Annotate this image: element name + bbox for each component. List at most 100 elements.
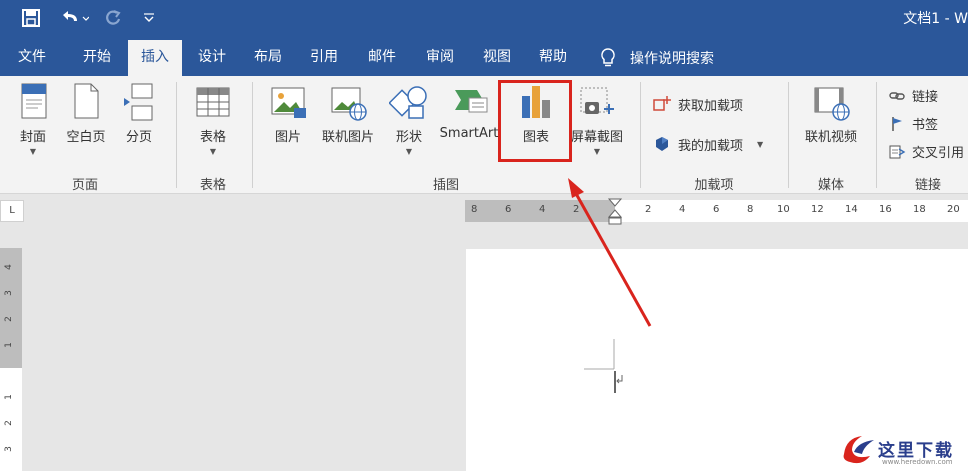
online-video-button[interactable]: 联机视频	[798, 82, 864, 145]
customize-toolbar-button[interactable]	[138, 6, 160, 30]
cover-page-button[interactable]: 封面 ▼	[8, 82, 58, 156]
group-divider	[176, 82, 177, 188]
ruler-tick: 1	[3, 394, 14, 400]
ruler-tick: 2	[3, 420, 14, 426]
document-title: 文档1 - W	[903, 11, 968, 27]
online-picture-icon	[331, 87, 367, 121]
tab-review[interactable]: 审阅	[412, 40, 468, 76]
tab-layout[interactable]: 布局	[242, 40, 294, 76]
word-window: 文档1 - W 文件 开始 插入 设计 布局 引用 邮件 审阅 视图 帮助 操作…	[0, 0, 968, 471]
chevron-down-icon	[144, 13, 154, 22]
media-group-label: 媒体	[817, 178, 844, 193]
tab-help[interactable]: 帮助	[526, 40, 580, 76]
tab-file[interactable]: 文件	[6, 40, 58, 76]
group-divider	[876, 82, 877, 188]
my-addins-button[interactable]: 我的加载项 ▼	[652, 134, 763, 154]
group-divider	[788, 82, 789, 188]
link-icon	[889, 91, 905, 100]
online-picture-label: 联机图片	[321, 130, 374, 145]
undo-button[interactable]	[56, 6, 92, 30]
tab-view[interactable]: 视图	[470, 40, 524, 76]
bookmark-button[interactable]: 书签	[888, 114, 938, 133]
tab-selector[interactable]: L	[0, 200, 24, 222]
chevron-down-icon: ▼	[209, 147, 217, 156]
chevron-down-icon: ▼	[757, 139, 764, 149]
smartart-label: SmartArt	[439, 126, 499, 141]
ruler-tick: 8	[471, 204, 478, 215]
shapes-label: 形状	[395, 130, 422, 145]
blank-page-button[interactable]: 空白页	[60, 82, 112, 145]
my-addins-label: 我的加载项	[678, 138, 744, 154]
ruler-tick: 3	[3, 446, 14, 452]
chevron-down-icon: ▼	[593, 147, 601, 156]
online-video-label: 联机视频	[804, 130, 857, 145]
ruler-tick: 3	[3, 290, 14, 296]
page-break-label: 分页	[125, 130, 152, 145]
shapes-button[interactable]: 形状 ▼	[386, 82, 432, 156]
smartart-icon	[455, 90, 488, 113]
page-break-button[interactable]: 分页	[114, 82, 164, 145]
smartart-button[interactable]: SmartArt	[436, 82, 502, 141]
picture-label: 图片	[274, 130, 301, 145]
tab-insert[interactable]: 插入	[128, 40, 182, 76]
save-button[interactable]	[18, 6, 44, 30]
links-group-label: 链接	[914, 178, 941, 193]
table-button[interactable]: 表格 ▼	[186, 82, 240, 156]
get-addins-button[interactable]: 获取加载项	[652, 94, 743, 114]
undo-icon	[63, 11, 89, 21]
cross-reference-button[interactable]: 交叉引用	[888, 142, 964, 161]
ruler-tick: 1	[3, 342, 14, 348]
save-icon	[22, 9, 40, 27]
ruler-tick: 10	[777, 204, 790, 215]
annotation-arrow-icon	[568, 178, 652, 327]
ruler-tick: 6	[713, 204, 720, 215]
screenshot-button[interactable]: 屏幕截图 ▼	[566, 82, 628, 156]
watermark-logo: 这里下载 www.heredown.com	[840, 430, 954, 466]
title-bar: 文档1 - W	[0, 0, 968, 40]
my-addins-icon	[656, 137, 668, 151]
lightbulb-icon	[601, 48, 615, 67]
tell-me-search[interactable]: 操作说明搜索	[600, 40, 714, 76]
link-button[interactable]: 链接	[888, 86, 938, 105]
chart-highlight-box	[498, 80, 572, 162]
ruler-tick: 4	[679, 204, 686, 215]
link-label: 链接	[912, 90, 939, 105]
picture-button[interactable]: 图片	[264, 82, 312, 145]
addins-group-label: 加载项	[694, 178, 734, 193]
group-divider	[252, 82, 253, 188]
tab-references[interactable]: 引用	[298, 40, 350, 76]
tables-group-label: 表格	[199, 178, 226, 193]
horizontal-ruler[interactable]: 8 6 4 2 2 4 6 8 10 12 14 16 18 20	[465, 198, 968, 225]
blank-page-icon	[74, 83, 99, 119]
table-label: 表格	[199, 130, 226, 145]
vertical-ruler[interactable]: 4 3 2 1 1 2 3	[0, 248, 22, 471]
bookmark-label: 书签	[912, 118, 939, 133]
tab-mailings[interactable]: 邮件	[354, 40, 410, 76]
tell-me-label: 操作说明搜索	[630, 51, 714, 67]
chevron-down-icon: ▼	[405, 147, 413, 156]
cover-page-label: 封面	[19, 130, 46, 145]
redo-button[interactable]	[100, 6, 126, 30]
ruler-tick: 2	[3, 316, 14, 322]
ruler-tick: 4	[3, 264, 14, 270]
cross-reference-label: 交叉引用	[912, 146, 965, 161]
picture-icon	[271, 87, 306, 118]
shapes-icon	[389, 86, 427, 119]
ruler-tick: 18	[913, 204, 926, 215]
redo-icon	[106, 10, 121, 25]
ruler-tick: 20	[947, 204, 960, 215]
chevron-down-icon: ▼	[29, 147, 37, 156]
tab-home[interactable]: 开始	[70, 40, 124, 76]
store-icon	[653, 96, 671, 111]
tab-design[interactable]: 设计	[186, 40, 238, 76]
table-icon	[196, 87, 230, 117]
ruler-tick: 14	[845, 204, 858, 215]
page-break-icon	[124, 83, 153, 121]
online-video-icon	[814, 87, 850, 121]
online-picture-button[interactable]: 联机图片	[316, 82, 380, 145]
ribbon-insert: 封面 ▼ 空白页 分页 页面 表格 ▼ 表格 图片 联机图片 形状 ▼ Smar…	[0, 76, 968, 194]
screenshot-icon	[580, 87, 614, 114]
ruler-tick: 4	[539, 204, 546, 215]
cross-reference-icon	[889, 145, 906, 158]
screenshot-label: 屏幕截图	[570, 130, 623, 145]
